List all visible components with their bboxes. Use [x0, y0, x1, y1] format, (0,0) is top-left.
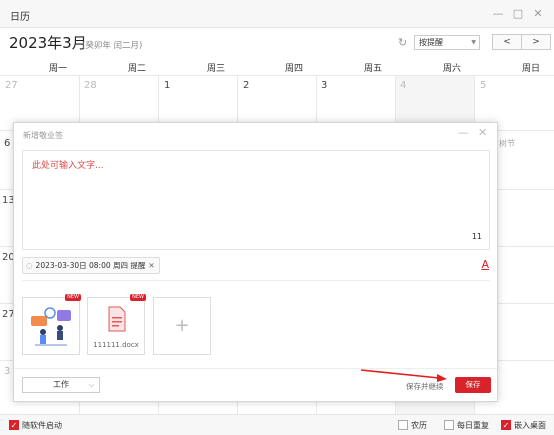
note-text-input[interactable]: 此处可输入文字... 11 — [22, 150, 490, 250]
maximize-icon[interactable]: □ — [510, 6, 526, 22]
day-cell[interactable]: 5 — [480, 80, 486, 91]
next-month-button[interactable]: > — [521, 34, 551, 50]
day-cell[interactable]: 4 — [400, 80, 406, 91]
doc-attachment[interactable]: NEW 111111.docx — [87, 294, 146, 355]
new-note-dialog: 新增敬业签 — ✕ 此处可输入文字... 11 ◌ 2023-03-30日 08:… — [13, 122, 498, 402]
sort-mode-select[interactable]: 按提醒 ▼ — [414, 35, 480, 50]
char-count: 11 — [471, 232, 482, 241]
category-value: 工作 — [53, 380, 69, 389]
weekday-header: 周一 周二 周三 周四 周五 周六 周日 — [0, 58, 554, 76]
day-cell[interactable]: 1 — [164, 80, 170, 91]
note-placeholder: 此处可输入文字... — [32, 161, 104, 171]
day-cell[interactable]: 6 — [4, 138, 10, 149]
autostart-checkbox[interactable]: ✓ — [9, 420, 19, 430]
refresh-icon[interactable]: ↻ — [398, 37, 410, 49]
title-bar: 日历 — □ ✕ — [0, 0, 554, 28]
save-button[interactable]: 保存 — [455, 377, 491, 393]
new-badge: NEW — [130, 294, 146, 301]
weekday-label: 周一 — [49, 64, 68, 74]
sort-mode-value: 按提醒 — [419, 38, 443, 47]
lunar-label: 农历 — [411, 421, 427, 430]
weekday-label: 周日 — [522, 64, 541, 74]
lunar-year-info: (癸卯年 闰二月) — [82, 41, 143, 51]
reminder-tag-text: 2023-03-30日 08:00 周四 提醒 — [35, 261, 146, 270]
image-attachment[interactable]: NEW — [22, 294, 81, 355]
month-title: 2023年3月 — [9, 34, 87, 52]
calendar-header: 2023年3月 (癸卯年 闰二月) ↻ 按提醒 ▼ < > — [0, 28, 554, 58]
window-title: 日历 — [10, 12, 30, 23]
day-cell[interactable]: 27 — [5, 80, 18, 91]
add-attachment-button[interactable]: + — [153, 297, 211, 355]
font-color-icon[interactable]: A — [481, 258, 489, 271]
daily-repeat-checkbox[interactable] — [444, 420, 454, 430]
lunar-checkbox[interactable] — [398, 420, 408, 430]
weekday-label: 周五 — [364, 64, 383, 74]
minimize-icon[interactable]: — — [458, 126, 469, 139]
divider — [22, 280, 490, 281]
embed-desktop-label: 嵌入桌面 — [514, 421, 546, 430]
embed-desktop-checkbox[interactable]: ✓ — [501, 420, 511, 430]
category-select[interactable]: 工作 ⌵ — [22, 377, 100, 393]
reminder-tag[interactable]: ◌ 2023-03-30日 08:00 周四 提醒 ✕ — [22, 257, 160, 274]
chevron-down-icon: ⌵ — [88, 381, 94, 389]
dialog-title: 新增敬业签 — [23, 131, 63, 140]
minimize-icon[interactable]: — — [490, 6, 506, 22]
doc-file-name: 111111.docx — [93, 341, 139, 349]
day-cell[interactable]: 3 — [321, 80, 327, 91]
document-icon — [108, 306, 126, 332]
prev-month-button[interactable]: < — [492, 34, 522, 50]
close-icon[interactable]: ✕ — [530, 6, 546, 22]
footer-bar: ✓ 随软件启动 农历 每日重复 ✓ 嵌入桌面 — [0, 414, 554, 435]
weekday-label: 周三 — [207, 64, 226, 74]
day-cell[interactable]: 3 — [4, 366, 10, 377]
chevron-down-icon: ▼ — [471, 39, 476, 46]
remove-reminder-icon[interactable]: ✕ — [148, 261, 154, 270]
annotation-arrow-icon — [360, 369, 447, 382]
new-badge: NEW — [65, 294, 81, 301]
day-cell[interactable]: 2 — [243, 80, 249, 91]
weekday-label: 周六 — [443, 64, 462, 74]
weekday-label: 周四 — [285, 64, 304, 74]
day-cell[interactable]: 28 — [84, 80, 97, 91]
plus-icon: + — [174, 315, 190, 336]
festival-label: 树节 — [499, 139, 515, 148]
weekday-label: 周二 — [128, 64, 147, 74]
bell-icon: ◌ — [26, 261, 33, 270]
daily-repeat-label: 每日重复 — [457, 421, 489, 430]
illustration-icon — [31, 307, 71, 346]
close-icon[interactable]: ✕ — [478, 126, 487, 139]
autostart-label: 随软件启动 — [22, 421, 62, 430]
